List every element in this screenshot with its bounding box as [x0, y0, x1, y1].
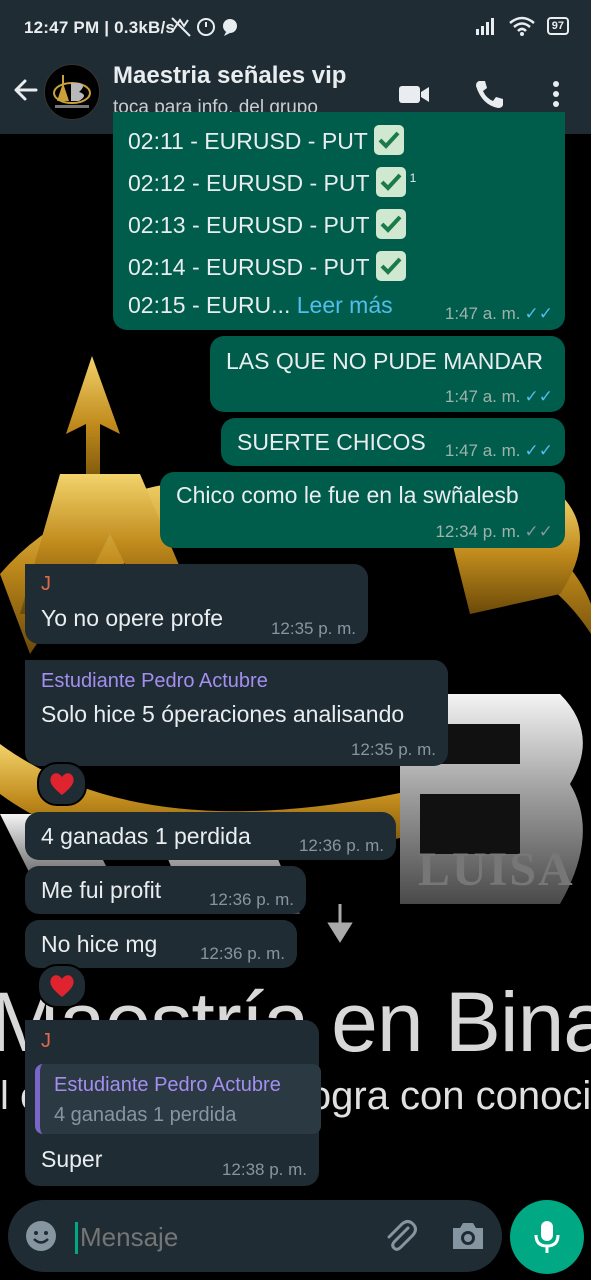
message-bubble[interactable]: Me fui profit 12:36 p. m. — [25, 866, 306, 914]
heart-icon — [50, 773, 74, 795]
message-text: 4 ganadas 1 perdida — [41, 823, 251, 849]
camera-icon[interactable] — [450, 1220, 486, 1252]
quoted-message[interactable]: Estudiante Pedro Actubre 4 ganadas 1 per… — [35, 1064, 321, 1134]
heart-reaction[interactable] — [37, 762, 87, 806]
message-signals[interactable]: 02:11 - EURUSD - PUT 02:12 - EURUSD - PU… — [113, 112, 565, 330]
quoted-sender: Estudiante Pedro Actubre — [54, 1074, 281, 1096]
message-text: No hice mg — [41, 931, 158, 957]
status-right: 97 — [475, 16, 569, 36]
status-bar: 12:47 PM | 0.3kB/s 97 — [0, 0, 591, 58]
double-check-icon: ✓✓ — [524, 522, 554, 541]
wifi-icon — [508, 16, 535, 36]
message-time: 12:36 p. m. — [199, 944, 285, 963]
read-more-link[interactable]: Leer más — [297, 292, 393, 318]
group-avatar[interactable] — [44, 64, 100, 120]
message-bubble[interactable]: Chico como le fue en la swñalesb 12:34 p… — [160, 472, 565, 548]
message-bubble-reply[interactable]: J Estudiante Pedro Actubre 4 ganadas 1 p… — [25, 1020, 321, 1186]
message-bubble[interactable]: SUERTE CHICOS 1:47 a. m. ✓✓ — [221, 418, 565, 466]
message-time: 12:38 p. m. — [221, 1160, 307, 1179]
status-time: 12:47 PM | 0.3kB/s — [24, 18, 176, 37]
wallpaper-subtitle-right: logra con conocimie — [300, 1074, 591, 1118]
more-options-icon[interactable] — [538, 76, 574, 112]
signal-line: 02:13 - EURUSD - PUT — [128, 209, 406, 242]
microphone-icon — [534, 1221, 560, 1253]
sender-name[interactable]: J — [41, 1030, 51, 1053]
sender-name[interactable]: Estudiante Pedro Actubre — [41, 670, 268, 693]
message-text: LAS QUE NO PUDE MANDAR — [226, 348, 543, 374]
message-bubble[interactable]: No hice mg 12:36 p. m. — [25, 920, 297, 968]
message-time: 12:36 p. m. — [298, 836, 384, 855]
notification-icons — [171, 17, 237, 37]
sender-name[interactable]: J — [41, 573, 51, 596]
double-check-icon: ✓✓ — [524, 304, 554, 323]
signal-icon — [475, 18, 494, 35]
message-text: SUERTE CHICOS — [237, 429, 426, 455]
video-call-icon[interactable] — [396, 76, 432, 112]
signal-line: 02:12 - EURUSD - PUT 1 — [128, 167, 417, 200]
message-meta: 1:47 a. m. ✓✓ — [444, 441, 554, 460]
signal-superscript: 1 — [409, 171, 417, 186]
message-text: Me fui profit — [41, 877, 162, 903]
message-time: 12:36 p. m. — [208, 890, 294, 909]
check-mark-icon — [375, 209, 406, 239]
signal-line-truncated: 02:15 - EURU... Leer más — [128, 292, 393, 318]
attach-icon[interactable] — [382, 1218, 418, 1254]
signal-line: 02:14 - EURUSD - PUT — [128, 251, 406, 284]
message-text: Chico como le fue en la swñalesb — [176, 482, 519, 508]
message-text: Solo hice 5 óperaciones analisando — [41, 701, 405, 727]
quoted-text: 4 ganadas 1 perdida — [54, 1104, 237, 1126]
wallpaper-side-text: LUISA — [418, 843, 575, 896]
check-mark-icon — [375, 167, 406, 197]
message-meta: 12:34 p. m. ✓✓ — [435, 522, 554, 541]
status-notification-icons — [170, 16, 242, 43]
message-time: 12:35 p. m. — [350, 740, 436, 759]
group-logo-icon — [53, 75, 91, 108]
check-mark-icon — [373, 125, 404, 155]
message-meta: 1:47 a. m. ✓✓ — [444, 387, 554, 406]
signal-line: 02:11 - EURUSD - PUT — [128, 125, 404, 158]
heart-icon — [50, 975, 74, 997]
heart-reaction[interactable] — [37, 964, 87, 1008]
check-mark-icon — [375, 251, 406, 281]
group-title[interactable]: Maestria señales vip — [113, 62, 346, 90]
message-bubble[interactable]: 4 ganadas 1 perdida 12:36 p. m. — [25, 812, 396, 860]
back-arrow-icon[interactable] — [12, 76, 40, 104]
message-bubble[interactable]: J Yo no opere profe 12:35 p. m. — [25, 564, 368, 644]
message-text: Super — [41, 1146, 103, 1172]
phone-call-icon[interactable] — [472, 76, 508, 112]
emoji-icon[interactable] — [24, 1219, 58, 1253]
message-meta: 1:47 a. m. ✓✓ — [444, 304, 554, 323]
message-text: Yo no opere profe — [41, 605, 224, 631]
double-check-icon: ✓✓ — [524, 441, 554, 460]
voice-message-button[interactable] — [510, 1200, 584, 1274]
message-input-bar[interactable] — [8, 1200, 502, 1272]
double-check-icon: ✓✓ — [524, 387, 554, 406]
message-input[interactable] — [78, 1214, 372, 1260]
message-bubble[interactable]: Estudiante Pedro Actubre Solo hice 5 ópe… — [25, 660, 448, 766]
battery-icon: 97 — [546, 17, 569, 35]
message-time: 12:35 p. m. — [270, 619, 356, 638]
message-bubble[interactable]: LAS QUE NO PUDE MANDAR 1:47 a. m. ✓✓ — [210, 336, 565, 412]
